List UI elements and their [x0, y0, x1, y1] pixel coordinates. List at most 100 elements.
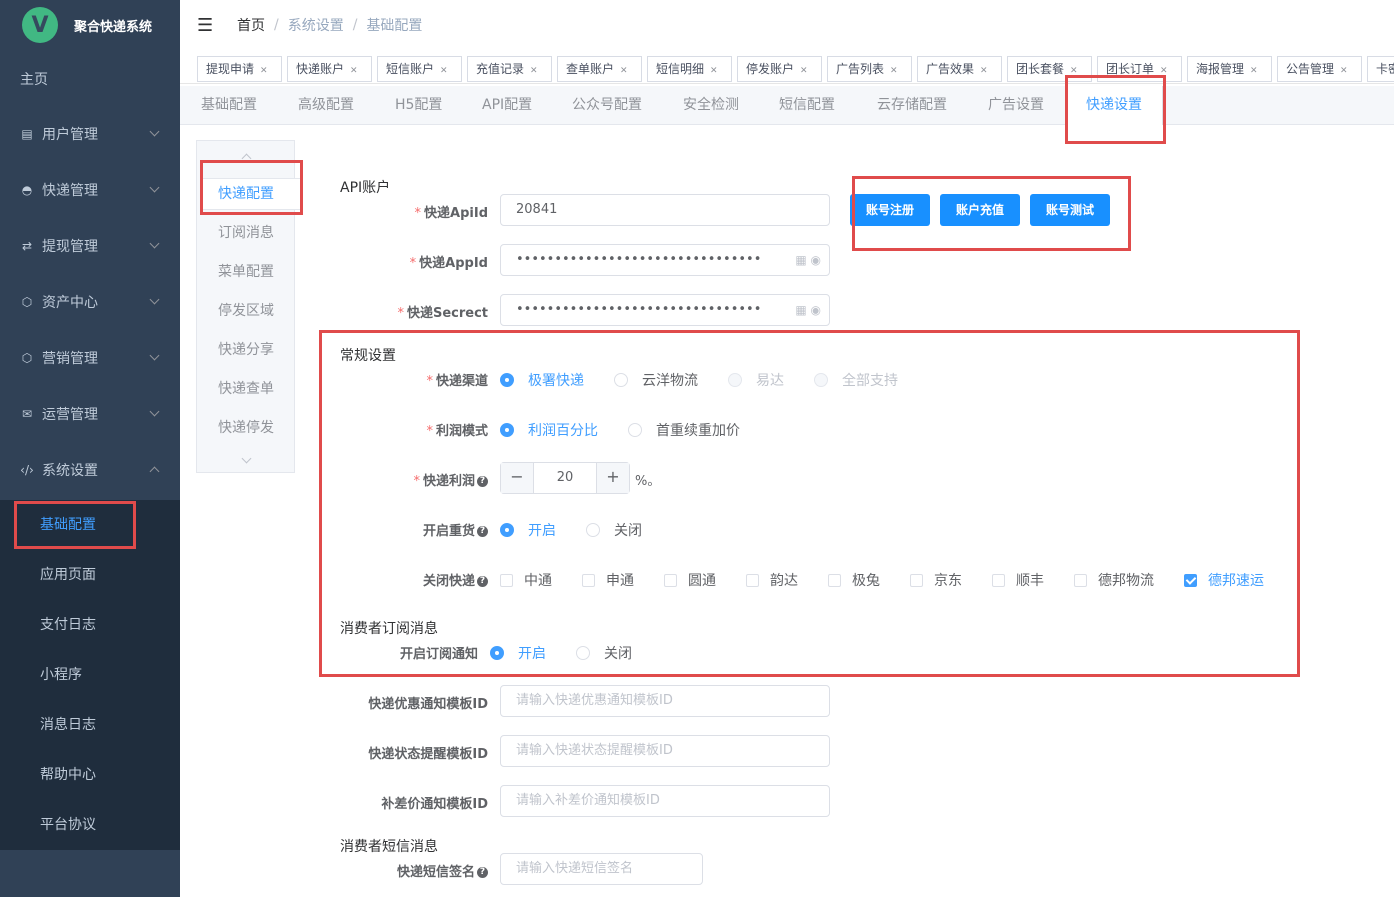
carrier-checkbox-zto[interactable]: 中通	[500, 570, 552, 590]
question-icon[interactable]: ?	[477, 576, 488, 587]
tab-sms[interactable]: 短信配置	[779, 86, 835, 125]
tab-advanced[interactable]: 高级配置	[298, 86, 354, 125]
reweigh-radio-off[interactable]: 关闭	[586, 520, 642, 540]
carrier-checkbox-yto[interactable]: 圆通	[664, 570, 716, 590]
side-tab-menu-config[interactable]: 菜单配置	[218, 261, 274, 281]
submenu-item-platform-agreement[interactable]: 平台协议	[0, 800, 180, 850]
question-icon[interactable]: ?	[477, 867, 488, 878]
channel-radio-all[interactable]: 全部支持	[814, 370, 898, 390]
sub-notify-radio-off[interactable]: 关闭	[576, 643, 632, 663]
breadcrumb-home[interactable]: 首页	[237, 15, 265, 35]
sub-notify-radio-on[interactable]: 开启	[490, 643, 546, 663]
appid-password-input[interactable]: •••••••••••••••••••••••••••••••• ▦ ◉	[500, 244, 830, 276]
close-icon[interactable]: ✕	[620, 66, 628, 76]
tag-withdraw-apply[interactable]: 提现申请 ✕	[197, 56, 282, 82]
tab-ad-settings[interactable]: 广告设置	[988, 86, 1044, 125]
carrier-checkbox-yunda[interactable]: 韵达	[746, 570, 798, 590]
tab-h5[interactable]: H5配置	[395, 86, 442, 125]
carrier-checkbox-sto[interactable]: 申通	[582, 570, 634, 590]
channel-radio-jishu[interactable]: 极署快递	[500, 370, 584, 390]
breadcrumb-system[interactable]: 系统设置	[288, 15, 344, 35]
side-tab-suspended-regions[interactable]: 停发区域	[218, 300, 274, 320]
submenu-item-app-pages[interactable]: 应用页面	[0, 550, 180, 600]
side-tab-express-suspend[interactable]: 快递停发	[218, 417, 274, 437]
tab-security[interactable]: 安全检测	[683, 86, 739, 125]
tag-leader-package[interactable]: 团长套餐 ✕	[1007, 56, 1092, 82]
close-icon[interactable]: ✕	[710, 66, 718, 76]
carrier-checkbox-deppon-express[interactable]: 德邦速运	[1184, 570, 1264, 590]
close-icon[interactable]: ✕	[1160, 66, 1168, 76]
tag-leader-orders[interactable]: 团长订单 ✕	[1097, 56, 1182, 82]
sidebar-item-assets[interactable]: ⬡ 资产中心	[0, 274, 180, 330]
side-tab-express-query[interactable]: 快递查单	[218, 378, 274, 398]
tab-api[interactable]: API配置	[482, 86, 532, 125]
carrier-checkbox-deppon-logistics[interactable]: 德邦物流	[1074, 570, 1154, 590]
close-icon[interactable]: ✕	[980, 66, 988, 76]
sidebar-item-users[interactable]: ▤ 用户管理	[0, 106, 180, 162]
sms-sign-input[interactable]: 请输入快递短信签名	[500, 853, 703, 885]
question-icon[interactable]: ?	[477, 526, 488, 537]
submenu-item-mini-program[interactable]: 小程序	[0, 650, 180, 700]
close-icon[interactable]: ✕	[1070, 66, 1078, 76]
tab-express-settings[interactable]: 快递设置	[1065, 86, 1163, 125]
submenu-item-payment-log[interactable]: 支付日志	[0, 600, 180, 650]
carrier-checkbox-sf[interactable]: 顺丰	[992, 570, 1044, 590]
carrier-checkbox-jtexpress[interactable]: 极兔	[828, 570, 880, 590]
close-icon[interactable]: ✕	[530, 66, 538, 76]
increase-button[interactable]: +	[596, 463, 629, 493]
sidebar-item-express[interactable]: ◓ 快递管理	[0, 162, 180, 218]
keyboard-eye-icons[interactable]: ▦ ◉	[795, 295, 821, 325]
tab-official-account[interactable]: 公众号配置	[572, 86, 642, 125]
profit-mode-radio-weight[interactable]: 首重续重加价	[628, 420, 740, 440]
tab-basic[interactable]: 基础配置	[201, 86, 257, 125]
test-account-button[interactable]: 账号测试	[1030, 194, 1110, 226]
sidebar-item-operations[interactable]: ✉ 运营管理	[0, 386, 180, 442]
tag-express-account[interactable]: 快递账户 ✕	[287, 56, 372, 82]
profit-mode-radio-percent[interactable]: 利润百分比	[500, 420, 598, 440]
carrier-checkbox-jd[interactable]: 京东	[910, 570, 962, 590]
chevron-down-icon[interactable]	[241, 453, 252, 464]
register-account-button[interactable]: 账号注册	[850, 194, 930, 226]
status-template-input[interactable]: 请输入快递状态提醒模板ID	[500, 735, 830, 767]
channel-radio-yunyang[interactable]: 云洋物流	[614, 370, 698, 390]
apiid-input[interactable]: 20841	[500, 194, 830, 226]
tag-recharge-record[interactable]: 充值记录 ✕	[467, 56, 552, 82]
hamburger-icon[interactable]: ☰	[197, 15, 215, 36]
close-icon[interactable]: ✕	[1250, 66, 1258, 76]
logo[interactable]: V 聚合快递系统	[0, 0, 180, 50]
sidebar-item-withdraw[interactable]: ⇄ 提现管理	[0, 218, 180, 274]
decrease-button[interactable]: −	[501, 463, 534, 493]
tag-card-code[interactable]: 卡密	[1367, 56, 1394, 82]
side-tab-express-share[interactable]: 快递分享	[218, 339, 274, 359]
tag-sms-detail[interactable]: 短信明细 ✕	[647, 56, 732, 82]
sidebar-item-marketing[interactable]: ⬡ 营销管理	[0, 330, 180, 386]
side-tab-express-config[interactable]: 快递配置	[218, 183, 274, 203]
reweigh-radio-on[interactable]: 开启	[500, 520, 556, 540]
tab-cloud-storage[interactable]: 云存储配置	[877, 86, 947, 125]
side-tab-subscription-messages[interactable]: 订阅消息	[218, 222, 274, 242]
tag-notice-management[interactable]: 公告管理 ✕	[1277, 56, 1362, 82]
close-icon[interactable]: ✕	[350, 66, 358, 76]
close-icon[interactable]: ✕	[800, 66, 808, 76]
submenu-item-message-log[interactable]: 消息日志	[0, 700, 180, 750]
close-icon[interactable]: ✕	[1340, 66, 1348, 76]
question-icon[interactable]: ?	[477, 476, 488, 487]
tag-poster-management[interactable]: 海报管理 ✕	[1187, 56, 1272, 82]
close-icon[interactable]: ✕	[440, 66, 448, 76]
recharge-account-button[interactable]: 账户充值	[940, 194, 1020, 226]
tag-sms-account[interactable]: 短信账户 ✕	[377, 56, 462, 82]
channel-radio-yida[interactable]: 易达	[728, 370, 784, 390]
tag-query-account[interactable]: 查单账户 ✕	[557, 56, 642, 82]
close-icon[interactable]: ✕	[890, 66, 898, 76]
tag-suspended-account[interactable]: 停发账户 ✕	[737, 56, 822, 82]
close-icon[interactable]: ✕	[260, 66, 268, 76]
keyboard-eye-icons[interactable]: ▦ ◉	[795, 245, 821, 275]
sidebar-item-home[interactable]: 主页	[0, 50, 180, 106]
sidebar-item-system[interactable]: ‹/› 系统设置	[0, 442, 180, 498]
discount-template-input[interactable]: 请输入快递优惠通知模板ID	[500, 685, 830, 717]
profit-value[interactable]: 20	[534, 463, 596, 493]
price-diff-template-input[interactable]: 请输入补差价通知模板ID	[500, 785, 830, 817]
secret-password-input[interactable]: •••••••••••••••••••••••••••••••• ▦ ◉	[500, 294, 830, 326]
tag-ad-effect[interactable]: 广告效果 ✕	[917, 56, 1002, 82]
submenu-item-basic-config[interactable]: 基础配置	[0, 500, 180, 550]
